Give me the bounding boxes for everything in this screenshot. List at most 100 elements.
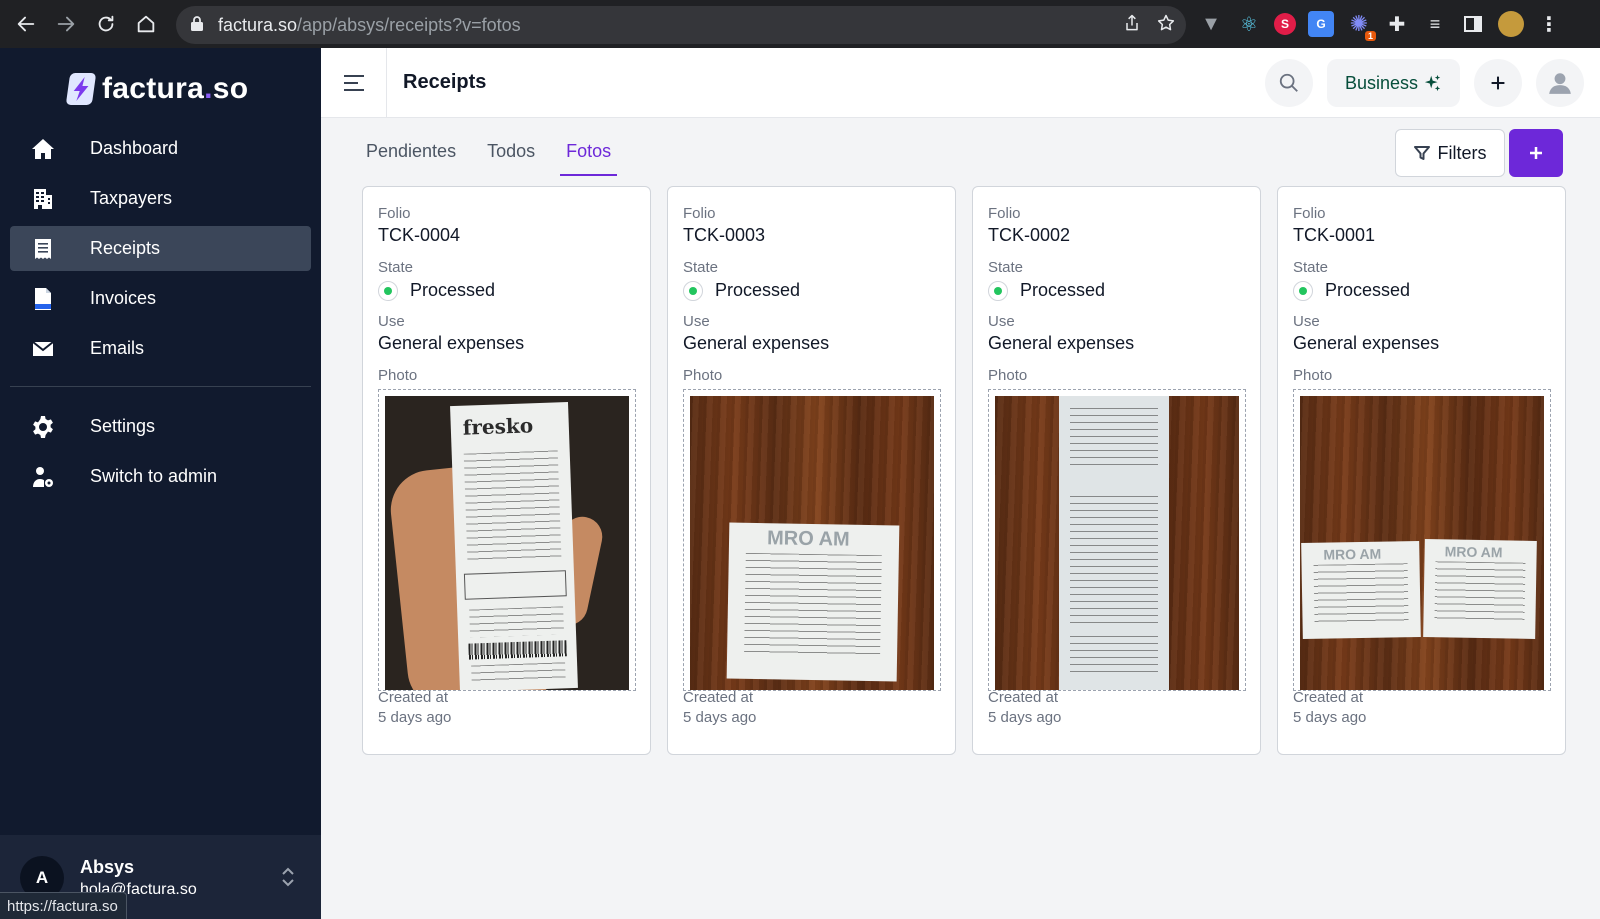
sidebar-item-emails[interactable]: Emails: [10, 326, 311, 371]
receipt-card[interactable]: Folio TCK-0003 State Processed Use Gener…: [667, 186, 956, 755]
url-text: factura.so/app/absys/receipts?v=fotos: [218, 14, 521, 35]
profile-button[interactable]: [1536, 59, 1584, 107]
receipt-photo: MRO AM MRO AM: [1300, 396, 1544, 690]
created-value: 5 days ago: [378, 709, 452, 726]
menu-toggle-icon[interactable]: [321, 48, 387, 118]
status-bar-url: https://factura.so: [0, 892, 127, 919]
search-icon: [1279, 73, 1298, 92]
funnel-icon: [1413, 146, 1430, 160]
folio-label: Folio: [683, 205, 716, 222]
logo[interactable]: factura.so: [65, 72, 249, 106]
use-value: General expenses: [988, 333, 1135, 353]
folio-value: TCK-0003: [683, 225, 766, 245]
back-icon[interactable]: [6, 4, 46, 44]
building-icon: [30, 186, 56, 212]
search-button[interactable]: [1264, 59, 1313, 107]
translate-icon[interactable]: G: [1308, 11, 1334, 37]
create-button[interactable]: [1474, 59, 1522, 107]
state-value: Processed: [683, 280, 800, 301]
bookmark-star-icon[interactable]: [1156, 13, 1176, 38]
tab-todos[interactable]: Todos: [481, 135, 541, 176]
more-vertical-icon[interactable]: ⋮: [1536, 11, 1562, 37]
created-value: 5 days ago: [1293, 709, 1367, 726]
receipt-card[interactable]: Folio TCK-0002 State Processed Use Gener…: [972, 186, 1261, 755]
receipt-photo: fresko: [385, 396, 629, 690]
use-value: General expenses: [378, 333, 525, 353]
sidebar-item-dashboard[interactable]: Dashboard: [10, 126, 311, 171]
plus-icon: [1491, 76, 1505, 90]
created-value: 5 days ago: [988, 709, 1062, 726]
side-panel-icon[interactable]: [1460, 11, 1486, 37]
sidebar-item-label: Settings: [90, 416, 156, 436]
extensions-bar: ▼ ⚛ S G ✺ 1 ✚ ≡ ⋮: [1198, 0, 1562, 48]
home-browser-icon[interactable]: [126, 4, 166, 44]
sidebar-item-settings[interactable]: Settings: [10, 404, 311, 449]
browser-toolbar: factura.so/app/absys/receipts?v=fotos ▼ …: [0, 0, 1600, 48]
photo-label: Photo: [683, 367, 723, 384]
top-bar: Receipts Business: [321, 48, 1600, 118]
brand-name: factura.so: [102, 72, 249, 105]
extension-star-icon[interactable]: ✺ 1: [1346, 11, 1376, 41]
extension-red-icon[interactable]: S: [1274, 13, 1296, 35]
photo-label: Photo: [378, 367, 418, 384]
use-label: Use: [988, 313, 1015, 330]
status-dot-icon: [1293, 280, 1313, 301]
tab-pendientes[interactable]: Pendientes: [360, 135, 462, 176]
vue-devtools-icon[interactable]: ▼: [1198, 11, 1224, 37]
use-value: General expenses: [1293, 333, 1440, 353]
state-value: Processed: [988, 280, 1105, 301]
receipt-card[interactable]: Folio TCK-0001 State Processed Use Gener…: [1277, 186, 1566, 755]
filters-button[interactable]: Filters: [1395, 129, 1505, 177]
photo-label: Photo: [1293, 367, 1333, 384]
sidebar-item-label: Dashboard: [90, 138, 179, 158]
sidebar-menu: Dashboard Taxpayers Receipts Invoices Em…: [10, 126, 311, 504]
react-devtools-icon[interactable]: ⚛: [1236, 11, 1262, 37]
forward-icon[interactable]: [46, 4, 86, 44]
plan-button[interactable]: Business: [1326, 59, 1460, 107]
gear-icon: [30, 414, 56, 440]
status-dot-icon: [683, 280, 703, 301]
user-cog-icon: [30, 464, 56, 490]
state-label: State: [1293, 259, 1329, 276]
receipt-photo: MRO AM: [690, 396, 934, 690]
sidebar-item-taxpayers[interactable]: Taxpayers: [10, 176, 311, 221]
state-label: State: [683, 259, 719, 276]
receipt-cards: Folio TCK-0004 State Processed Use Gener…: [362, 186, 1566, 755]
tab-fotos[interactable]: Fotos: [560, 135, 618, 176]
receipt-card[interactable]: Folio TCK-0004 State Processed Use Gener…: [362, 186, 651, 755]
sidebar-item-receipts[interactable]: Receipts: [10, 226, 311, 271]
page-title: Receipts: [403, 71, 487, 93]
user-icon: [1549, 73, 1571, 94]
folio-label: Folio: [1293, 205, 1326, 222]
folio-label: Folio: [988, 205, 1021, 222]
sidebar-item-switch-admin[interactable]: Switch to admin: [10, 454, 311, 499]
state-label: State: [378, 259, 414, 276]
reload-icon[interactable]: [86, 4, 126, 44]
user-name: Absys: [80, 857, 135, 877]
envelope-icon: [30, 336, 56, 362]
sidebar-item-label: Emails: [90, 338, 145, 358]
address-bar[interactable]: factura.so/app/absys/receipts?v=fotos: [176, 6, 1186, 44]
photo-frame[interactable]: fresko: [378, 389, 636, 691]
created-label: Created at: [988, 689, 1059, 706]
sidebar-divider: [10, 386, 311, 387]
folio-label: Folio: [378, 205, 411, 222]
sidebar-item-label: Invoices: [90, 288, 157, 308]
photo-frame[interactable]: [988, 389, 1246, 691]
photo-frame[interactable]: MRO AM MRO AM: [1293, 389, 1551, 691]
share-icon[interactable]: [1122, 13, 1142, 38]
profile-avatar-icon[interactable]: [1498, 11, 1524, 37]
plan-label: Business: [1344, 72, 1418, 93]
photo-frame[interactable]: MRO AM: [683, 389, 941, 691]
use-label: Use: [1293, 313, 1320, 330]
media-control-icon[interactable]: ≡: [1422, 11, 1448, 37]
puzzle-icon[interactable]: ✚: [1384, 11, 1410, 37]
status-dot-icon: [378, 280, 398, 301]
state-label: State: [988, 259, 1024, 276]
created-value: 5 days ago: [683, 709, 757, 726]
sidebar-item-invoices[interactable]: Invoices: [10, 276, 311, 321]
lock-icon: [190, 15, 204, 36]
chevron-up-down-icon[interactable]: [279, 865, 297, 894]
photo-label: Photo: [988, 367, 1028, 384]
add-receipt-button[interactable]: [1509, 129, 1563, 177]
